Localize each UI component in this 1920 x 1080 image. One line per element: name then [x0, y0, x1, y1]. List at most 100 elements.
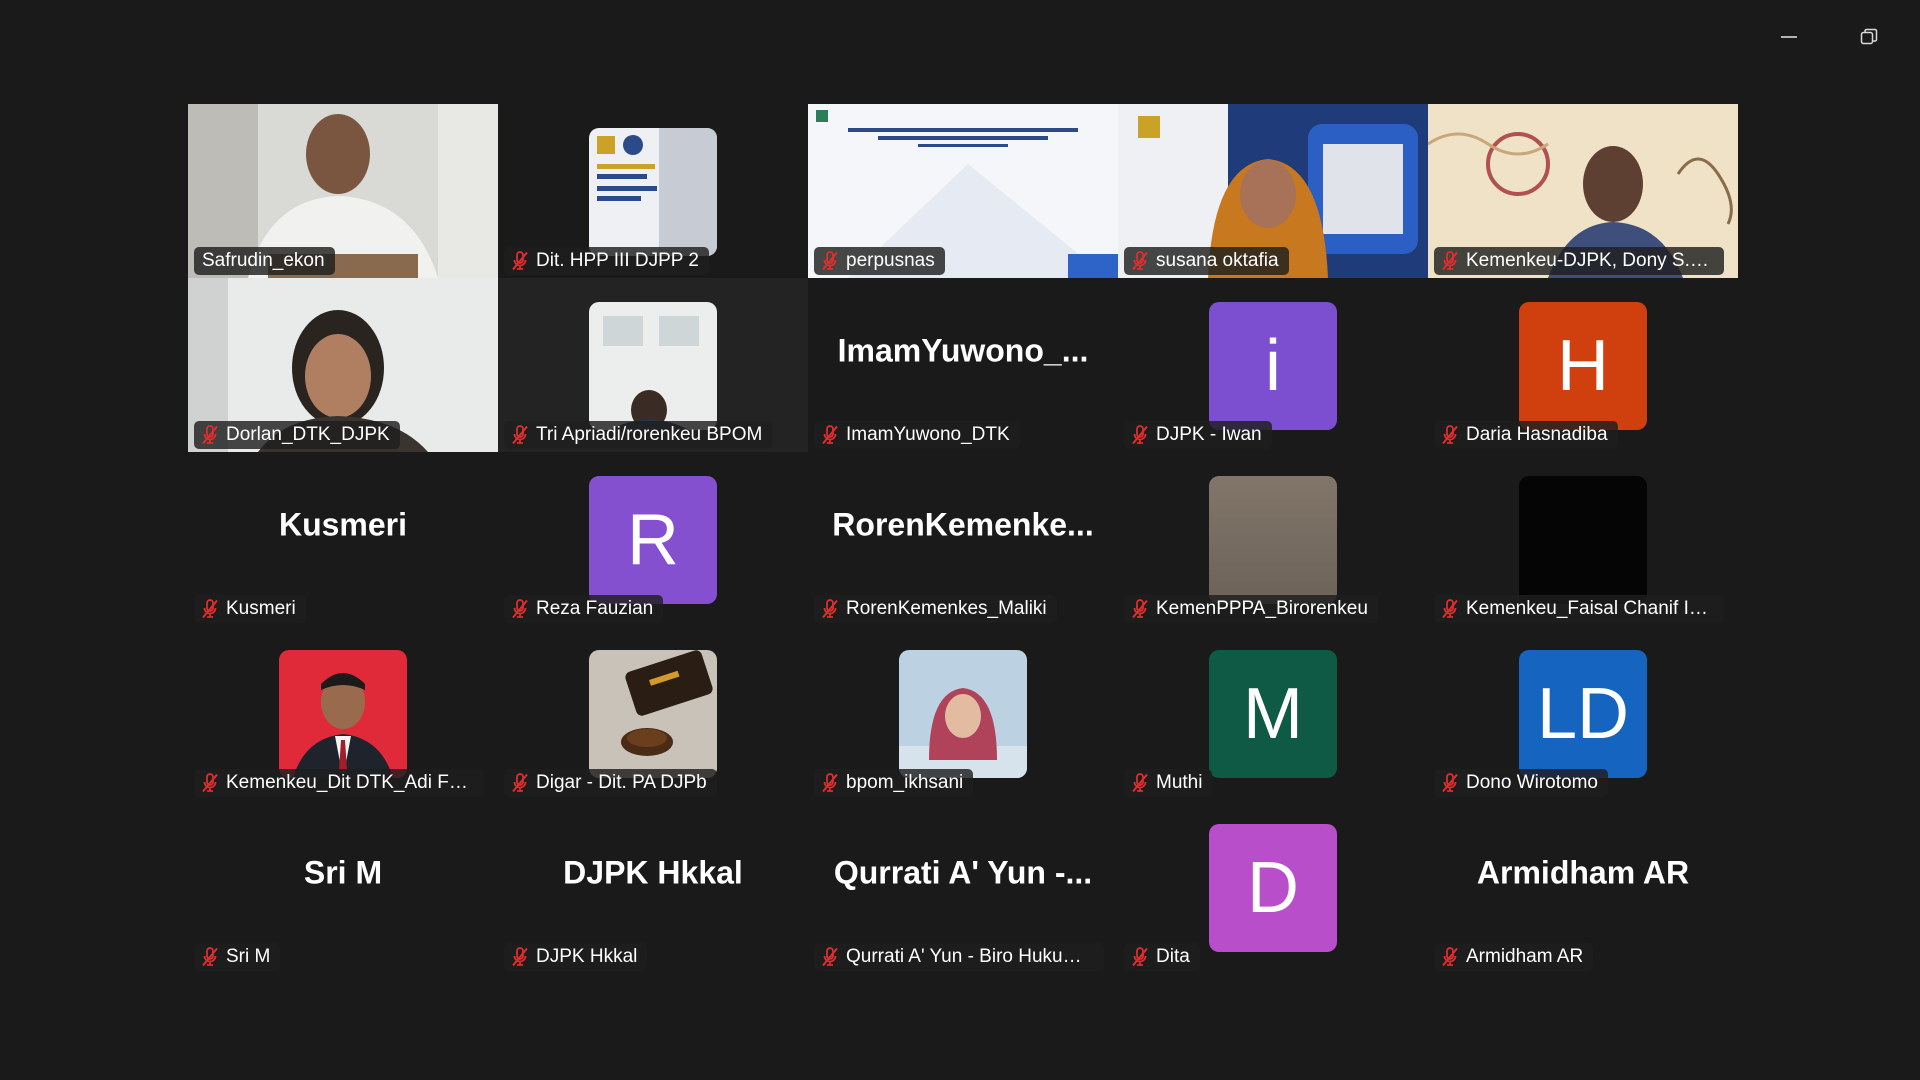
muted-mic-icon: [1132, 251, 1148, 271]
muted-mic-icon: [1442, 773, 1458, 793]
participant-display-name: Kusmeri: [278, 506, 408, 543]
participant-name-tag: Qurrati A' Yun - Biro Hukum...: [814, 943, 1104, 971]
participant-name: Muthi: [1156, 772, 1203, 793]
participant-name: Sri M: [226, 946, 271, 967]
participant-tile[interactable]: DJPK Hkkal DJPK Hkkal: [498, 800, 808, 974]
participant-avatar: R: [589, 476, 717, 604]
muted-mic-icon: [1442, 425, 1458, 445]
participant-tile[interactable]: ImamYuwono_... ImamYuwono_DTK: [808, 278, 1118, 452]
participant-display-name: RorenKemenke...: [832, 506, 1094, 543]
muted-mic-icon: [512, 251, 528, 271]
participant-name: Digar - Dit. PA DJPb: [536, 772, 707, 793]
participant-name: Dit. HPP III DJPP 2: [536, 250, 699, 271]
participant-name-tag: Dono Wirotomo: [1434, 769, 1608, 797]
participant-name: ImamYuwono_DTK: [846, 424, 1010, 445]
muted-mic-icon: [822, 251, 838, 271]
participant-thumbnail: [1519, 476, 1647, 604]
participant-name-tag: susana oktafia: [1124, 247, 1289, 275]
participant-name: Kemenkeu_Dit DTK_Adi Fahmi: [226, 772, 474, 793]
participant-tile[interactable]: Safrudin_ekon: [188, 104, 498, 278]
participant-name: Kemenkeu_Faisal Chanif Izz...: [1466, 598, 1714, 619]
participant-display-name: DJPK Hkkal: [563, 854, 743, 891]
participant-tile[interactable]: susana oktafia: [1118, 104, 1428, 278]
participant-tile[interactable]: R Reza Fauzian: [498, 452, 808, 626]
muted-mic-icon: [512, 425, 528, 445]
participant-tile[interactable]: Armidham AR Armidham AR: [1428, 800, 1738, 974]
participant-tile[interactable]: Kusmeri Kusmeri: [188, 452, 498, 626]
participant-tile[interactable]: perpusnas: [808, 104, 1118, 278]
participant-tile[interactable]: KemenPPPA_Birorenkeu: [1118, 452, 1428, 626]
participant-name: DJPK Hkkal: [536, 946, 638, 967]
muted-mic-icon: [1442, 947, 1458, 967]
muted-mic-icon: [1442, 599, 1458, 619]
participant-thumbnail: [589, 128, 717, 256]
participant-display-name: Sri M: [303, 854, 383, 891]
participant-name-tag: ImamYuwono_DTK: [814, 421, 1020, 449]
participant-name: Armidham AR: [1466, 946, 1584, 967]
minimize-button[interactable]: [1774, 22, 1804, 52]
restore-button[interactable]: [1854, 22, 1884, 52]
participant-name-tag: Dorlan_DTK_DJPK: [194, 421, 400, 449]
participant-avatar: i: [1209, 302, 1337, 430]
participant-tile[interactable]: D Dita: [1118, 800, 1428, 974]
participant-name-tag: RorenKemenkes_Maliki: [814, 595, 1057, 623]
participant-avatar: D: [1209, 824, 1337, 952]
participant-name: susana oktafia: [1156, 250, 1279, 271]
participant-name: KemenPPPA_Birorenkeu: [1156, 598, 1368, 619]
participant-tile[interactable]: Tri Apriadi/rorenkeu BPOM: [498, 278, 808, 452]
muted-mic-icon: [202, 773, 218, 793]
participant-avatar: M: [1209, 650, 1337, 778]
muted-mic-icon: [1132, 947, 1148, 967]
participant-tile[interactable]: Kemenkeu_Dit DTK_Adi Fahmi: [188, 626, 498, 800]
participant-tile[interactable]: Sri M Sri M: [188, 800, 498, 974]
participant-tile[interactable]: Dit. HPP III DJPP 2: [498, 104, 808, 278]
participant-name: Safrudin_ekon: [202, 250, 325, 271]
participant-name: DJPK - Iwan: [1156, 424, 1262, 445]
participant-tile[interactable]: bpom_ikhsani: [808, 626, 1118, 800]
muted-mic-icon: [822, 773, 838, 793]
participant-tile[interactable]: Kemenkeu-DJPK, Dony S. Pri...: [1428, 104, 1738, 278]
participant-tile[interactable]: Dorlan_DTK_DJPK: [188, 278, 498, 452]
participant-name: Kemenkeu-DJPK, Dony S. Pri...: [1466, 250, 1714, 271]
participant-name: Kusmeri: [226, 598, 296, 619]
participant-thumbnail: [589, 650, 717, 778]
participant-name: Dita: [1156, 946, 1190, 967]
muted-mic-icon: [202, 425, 218, 445]
muted-mic-icon: [1442, 251, 1458, 271]
muted-mic-icon: [202, 947, 218, 967]
muted-mic-icon: [1132, 773, 1148, 793]
muted-mic-icon: [512, 599, 528, 619]
participant-name: Reza Fauzian: [536, 598, 654, 619]
participant-name: Dono Wirotomo: [1466, 772, 1598, 793]
participant-name-tag: Daria Hasnadiba: [1434, 421, 1618, 449]
participant-tile[interactable]: H Daria Hasnadiba: [1428, 278, 1738, 452]
muted-mic-icon: [1132, 425, 1148, 445]
participant-tile[interactable]: LD Dono Wirotomo: [1428, 626, 1738, 800]
muted-mic-icon: [822, 947, 838, 967]
participant-name-tag: bpom_ikhsani: [814, 769, 974, 797]
participant-name: Dorlan_DTK_DJPK: [226, 424, 390, 445]
participant-thumbnail: [1209, 476, 1337, 604]
participant-name: Tri Apriadi/rorenkeu BPOM: [536, 424, 763, 445]
participant-name-tag: Kemenkeu_Dit DTK_Adi Fahmi: [194, 769, 484, 797]
participant-name-tag: KemenPPPA_Birorenkeu: [1124, 595, 1378, 623]
participant-tile[interactable]: M Muthi: [1118, 626, 1428, 800]
participant-tile[interactable]: Qurrati A' Yun -... Qurrati A' Yun - Biro…: [808, 800, 1118, 974]
participant-name: Qurrati A' Yun - Biro Hukum...: [846, 946, 1094, 967]
participant-name: perpusnas: [846, 250, 935, 271]
participant-tile[interactable]: Digar - Dit. PA DJPb: [498, 626, 808, 800]
participant-thumbnail: [279, 650, 407, 778]
participant-name-tag: perpusnas: [814, 247, 945, 275]
participant-name-tag: Safrudin_ekon: [194, 247, 335, 275]
participant-avatar: LD: [1519, 650, 1647, 778]
participant-tile[interactable]: RorenKemenke... RorenKemenkes_Maliki: [808, 452, 1118, 626]
participant-name: bpom_ikhsani: [846, 772, 964, 793]
participant-name-tag: Digar - Dit. PA DJPb: [504, 769, 717, 797]
participant-thumbnail: [589, 302, 717, 430]
participant-display-name: Armidham AR: [1476, 854, 1690, 891]
muted-mic-icon: [822, 599, 838, 619]
participant-tile[interactable]: i DJPK - Iwan: [1118, 278, 1428, 452]
participant-name-tag: Dita: [1124, 943, 1200, 971]
participant-name: RorenKemenkes_Maliki: [846, 598, 1047, 619]
participant-tile[interactable]: Kemenkeu_Faisal Chanif Izz...: [1428, 452, 1738, 626]
